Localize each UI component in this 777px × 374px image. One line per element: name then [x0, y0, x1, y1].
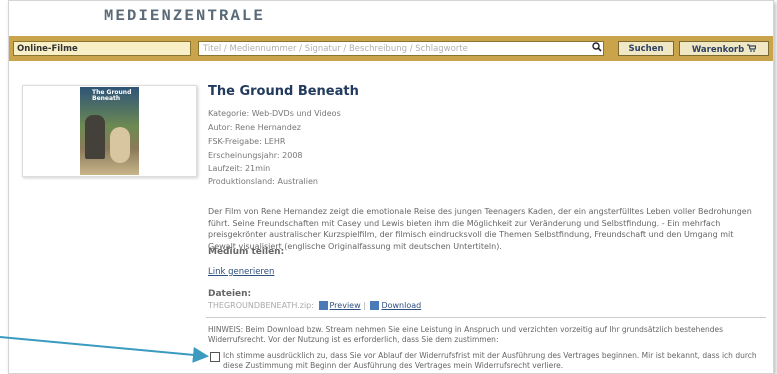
item-land: Produktionsland: Australien — [208, 177, 318, 186]
poster-figure-boy — [85, 115, 105, 159]
search-input[interactable]: Titel / Mediennummer / Signatur / Beschr… — [198, 41, 604, 56]
item-description: Der Film von Rene Hernandez zeigt die em… — [208, 207, 752, 251]
search-button[interactable]: Suchen — [618, 41, 674, 56]
preview-link[interactable]: Preview — [330, 301, 361, 310]
item-kategorie: Kategorie: Web-DVDs und Videos — [208, 109, 341, 118]
file-name: THEGROUNDBENEATH.zip: — [208, 301, 314, 310]
cart-icon — [747, 44, 757, 55]
preview-icon[interactable] — [318, 301, 328, 310]
item-autor: Autor: Rene Hernandez — [208, 123, 301, 132]
item-laufzeit: Laufzeit: 21min — [208, 164, 271, 173]
share-link[interactable]: Link generieren — [208, 267, 274, 277]
cart-button-label: Warenkorb — [691, 45, 745, 55]
poster-title: The Ground Beneath — [92, 89, 132, 102]
download-icon[interactable] — [370, 301, 380, 310]
search-icon[interactable] — [592, 42, 602, 55]
cover-thumbnail[interactable]: The Ground Beneath — [22, 85, 197, 177]
item-jahr: Erscheinungsjahr: 2008 — [208, 151, 303, 160]
search-bar: Online-Filme Titel / Mediennummer / Sign… — [9, 36, 773, 61]
item-title: The Ground Beneath — [208, 84, 359, 99]
consent-text: Ich stimme ausdrücklich zu, dass Sie vor… — [223, 351, 757, 370]
download-link[interactable]: Download — [381, 301, 421, 310]
divider — [206, 317, 766, 318]
cart-button[interactable]: Warenkorb — [679, 41, 769, 56]
item-fsk: FSK-Freigabe: LEHR — [208, 137, 286, 146]
consent-checkbox[interactable] — [210, 352, 220, 362]
category-select[interactable]: Online-Filme — [13, 41, 191, 56]
search-placeholder: Titel / Mediennummer / Signatur / Beschr… — [203, 44, 468, 54]
poster-figure-girl — [110, 127, 130, 163]
file-separator: | — [363, 301, 366, 310]
download-hint: HINWEIS: Beim Download bzw. Stream nehme… — [208, 325, 723, 344]
browser-frame: MEDIENZENTRALE Online-Filme Titel / Medi… — [8, 0, 774, 374]
share-heading: Medium teilen: — [208, 247, 285, 257]
site-logo[interactable]: MEDIENZENTRALE — [104, 7, 265, 25]
files-heading: Dateien: — [208, 289, 252, 299]
dvd-poster: The Ground Beneath — [80, 87, 139, 175]
file-row: THEGROUNDBENEATH.zip: Preview | Download — [208, 301, 421, 310]
